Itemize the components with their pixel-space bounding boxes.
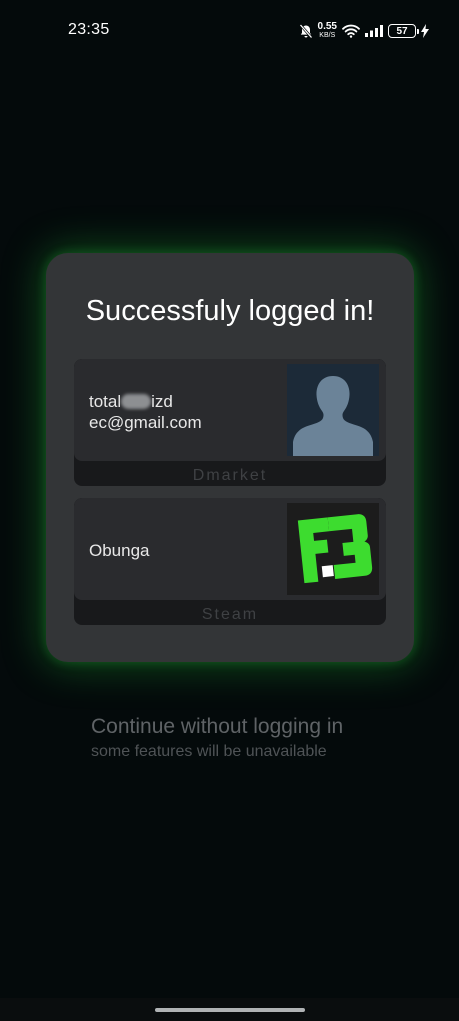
default-user-icon — [287, 364, 379, 456]
signal-icon — [365, 25, 383, 37]
navigation-bar — [0, 998, 459, 1021]
wifi-icon — [342, 24, 360, 38]
net-speed-unit: KB/S — [319, 32, 336, 39]
continue-title: Continue without logging in — [91, 715, 344, 738]
avatar — [287, 364, 379, 456]
continue-subtitle: some features will be unavailable — [91, 743, 327, 760]
avatar — [287, 503, 379, 595]
status-time: 23:35 — [68, 21, 110, 38]
platform-label-steam: Steam — [201, 606, 259, 623]
account-steam-info: Obunga — [74, 498, 386, 600]
card-title: Successfuly logged in! — [85, 295, 375, 327]
login-success-card: Successfuly logged in! total izd ec@gmail… — [46, 253, 414, 662]
charging-icon — [421, 24, 429, 38]
redacted-blur — [121, 394, 152, 409]
account-steam-name: Obunga — [89, 541, 150, 560]
home-indicator[interactable] — [155, 1008, 305, 1012]
email-prefix: total — [89, 392, 122, 411]
net-speed-value: 0.55 — [317, 21, 337, 32]
email-line2: ec@gmail.com — [89, 413, 202, 432]
account-steam[interactable]: Obunga Steam — [74, 498, 386, 625]
account-dmarket-email: total izd ec@gmail.com — [89, 391, 202, 433]
battery-icon: 57 — [388, 24, 419, 38]
continue-without-login[interactable]: Continue without logging in some feature… — [91, 715, 343, 761]
account-dmarket[interactable]: total izd ec@gmail.com Dmarket — [74, 359, 386, 486]
email-suffix: izd — [151, 392, 173, 411]
status-icons: 0.55 KB/S 57 — [299, 21, 429, 41]
net-speed: 0.55 KB/S — [318, 22, 337, 40]
screen: 23:35 0.55 KB/S 57 Successfuly logged in… — [0, 0, 459, 1021]
platform-label-dmarket: Dmarket — [192, 467, 268, 484]
account-dmarket-info: total izd ec@gmail.com — [74, 359, 386, 461]
status-bar: 23:35 0.55 KB/S 57 — [0, 0, 459, 60]
mute-bell-icon — [299, 23, 313, 39]
steam-avatar-logo-icon — [287, 503, 379, 595]
